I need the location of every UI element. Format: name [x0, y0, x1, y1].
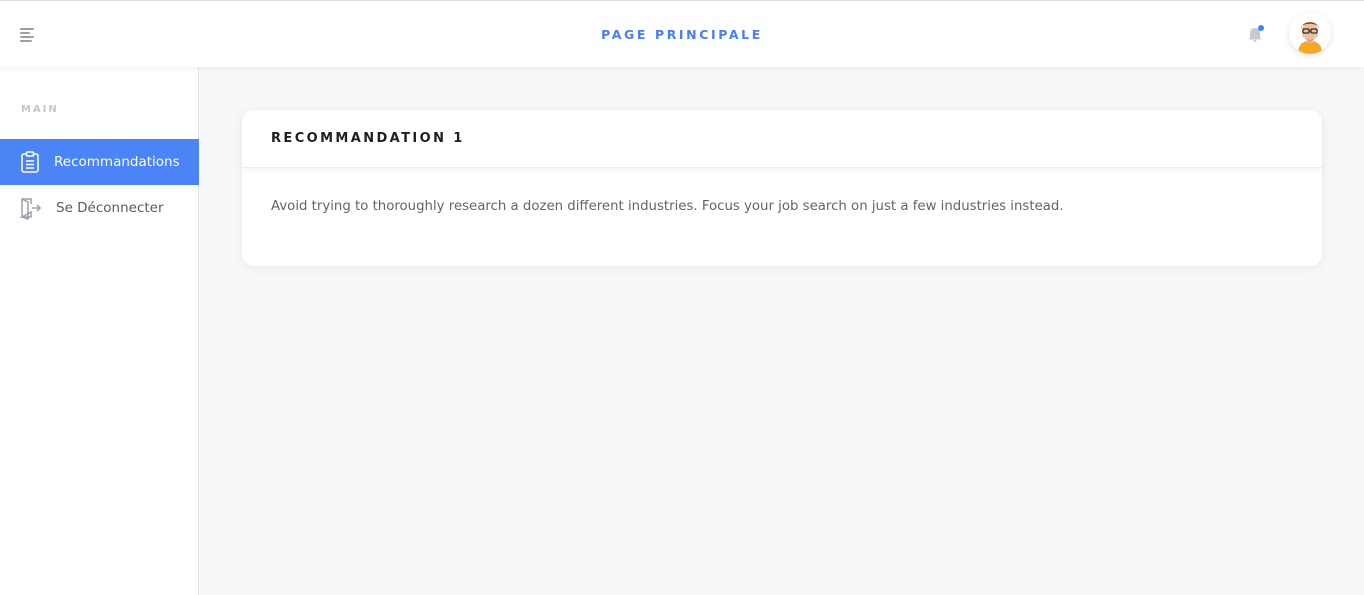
sidebar-item-label: Recommandations [54, 154, 180, 170]
logout-door-icon [18, 196, 42, 221]
sidebar-item-label: Se Déconnecter [56, 200, 164, 216]
sidebar-item-se-deconnecter[interactable]: Se Déconnecter [0, 185, 199, 231]
card-header: RECOMMANDATION 1 [242, 110, 1322, 168]
clipboard-icon [18, 150, 42, 174]
avatar[interactable] [1289, 12, 1331, 54]
card-title: RECOMMANDATION 1 [271, 131, 465, 146]
sidebar-section-heading: MAIN [21, 104, 59, 115]
sidebar-item-recommandations[interactable]: Recommandations [0, 139, 199, 185]
recommendation-card: RECOMMANDATION 1 Avoid trying to thoroug… [242, 110, 1322, 266]
bell-icon[interactable] [1245, 23, 1267, 45]
sidebar: MAIN Recommandations Se Déconnecter [0, 67, 199, 595]
top-bar: PAGE PRINCIPALE [0, 0, 1364, 67]
card-body-text: Avoid trying to thoroughly research a do… [271, 199, 1064, 214]
page-title: PAGE PRINCIPALE [601, 27, 763, 42]
